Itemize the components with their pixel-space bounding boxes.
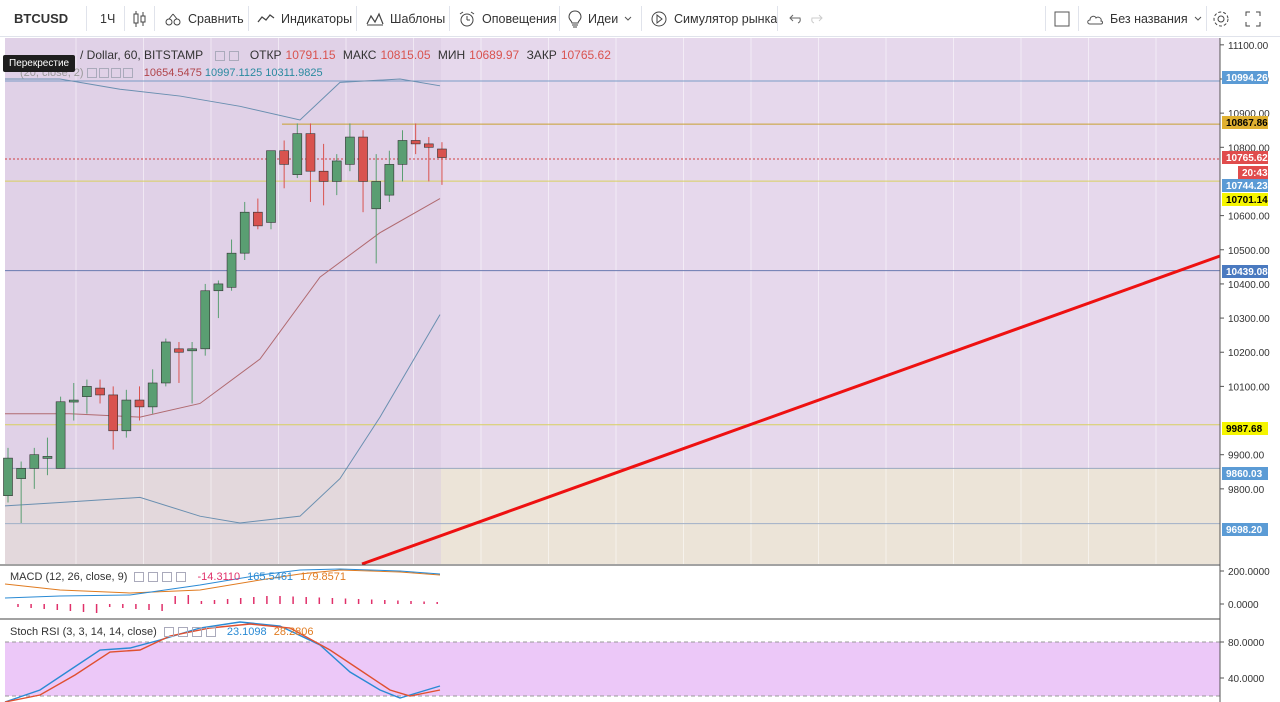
candle-body: [410, 140, 421, 145]
candle-body: [371, 181, 382, 210]
close-icon[interactable]: [205, 627, 216, 638]
plus-icon[interactable]: [110, 68, 121, 79]
candle-body: [253, 211, 263, 227]
candle-body: [279, 150, 289, 165]
price-tag-label: 9860.03: [1226, 469, 1263, 480]
settings-small-icon[interactable]: [148, 572, 159, 583]
main-series-legend: / Dollar, 60, BITSTAMP ОТКР 10791.15 МАКС…: [8, 48, 615, 62]
high-value: 10815.05: [380, 48, 431, 62]
stoch-rsi-band: [5, 642, 1220, 696]
price-tick-label: 10400.00: [1228, 280, 1270, 291]
price-tag-label: 9698.20: [1226, 525, 1263, 536]
chart-canvas[interactable]: 11100.0011000.0010900.0010800.0010600.00…: [0, 0, 1280, 702]
settings-small-icon[interactable]: [98, 68, 109, 79]
price-tick-label: 10200.00: [1228, 348, 1270, 359]
candle-body: [239, 211, 250, 254]
bb-lower: 10311.9825: [265, 67, 323, 79]
macd-name: MACD (12, 26, close, 9): [10, 571, 128, 583]
candle-body: [55, 401, 66, 469]
stoch-rsi-name: Stoch RSI (3, 3, 14, 14, close): [10, 626, 157, 638]
candle-body: [397, 140, 408, 165]
candle-body: [437, 148, 447, 158]
candle-body: [3, 457, 13, 496]
candle-body: [305, 133, 316, 172]
stoch-d-value: 28.2806: [273, 626, 314, 638]
indicator-tick-label: 0.0000: [1228, 600, 1259, 611]
candle-body: [187, 348, 197, 352]
price-tick-label: 10100.00: [1228, 382, 1270, 393]
candle-body: [82, 386, 92, 397]
candle-body: [384, 164, 395, 196]
price-tick-label: 9900.00: [1228, 451, 1265, 462]
candle-body: [95, 387, 105, 396]
candle-body: [226, 252, 237, 288]
price-tick-label: 10300.00: [1228, 314, 1270, 325]
price-tag-label: 20:43: [1242, 168, 1268, 179]
open-label: ОТКР: [249, 48, 282, 62]
price-tag-label: 9987.68: [1226, 424, 1263, 435]
eye-icon[interactable]: [134, 572, 145, 583]
eye-icon[interactable]: [163, 627, 174, 638]
candle-body: [200, 290, 211, 350]
plus-icon[interactable]: [191, 627, 202, 638]
open-value: 10791.15: [285, 48, 336, 62]
stoch-rsi-legend: Stoch RSI (3, 3, 14, 14, close) 23.1098 …: [10, 626, 317, 638]
candle-body: [68, 399, 79, 403]
candle-body: [174, 348, 184, 353]
price-tick-label: 10500.00: [1228, 246, 1270, 257]
plus-icon[interactable]: [162, 572, 173, 583]
candle-body: [331, 160, 342, 182]
price-tag-label: 10765.62: [1226, 153, 1268, 164]
settings-small-icon[interactable]: [228, 50, 239, 61]
candle-body: [358, 136, 368, 182]
settings-small-icon[interactable]: [177, 627, 188, 638]
price-tick-label: 9800.00: [1228, 485, 1265, 496]
high-label: МАКС: [342, 48, 377, 62]
candle-body: [318, 170, 329, 182]
close-icon[interactable]: [176, 572, 187, 583]
candle-body: [134, 399, 145, 408]
price-tick-label: 10600.00: [1228, 212, 1270, 223]
candle-body: [345, 136, 355, 165]
eye-icon[interactable]: [214, 50, 225, 61]
price-tick-label: 11100.00: [1228, 41, 1269, 52]
crosshair-tooltip: Перекрестие: [3, 55, 76, 72]
price-tag-label: 10994.26: [1226, 73, 1268, 84]
candle-body: [121, 399, 132, 432]
close-label: ЗАКР: [526, 48, 557, 62]
stoch-k-value: 23.1098: [226, 626, 267, 638]
macd-legend: MACD (12, 26, close, 9) -14.3110 165.546…: [10, 571, 350, 583]
candle-body: [292, 133, 303, 175]
bb-upper: 10997.1125: [204, 67, 263, 79]
macd-signal-value: 179.8571: [300, 571, 347, 583]
indicator-tick-label: 80.0000: [1228, 638, 1265, 649]
close-icon[interactable]: [122, 68, 133, 79]
candle-body: [108, 394, 118, 432]
indicator-tick-label: 40.0000: [1228, 674, 1265, 685]
selection-highlight: [5, 38, 441, 564]
candle-body: [266, 150, 276, 223]
macd-hist-value: -14.3110: [197, 571, 241, 583]
close-value: 10765.62: [560, 48, 611, 62]
candle-body: [29, 454, 40, 469]
candle-body: [213, 283, 224, 292]
eye-icon[interactable]: [86, 68, 97, 79]
candle-body: [161, 341, 171, 384]
bb-basis: 10654.5475: [143, 67, 202, 79]
low-value: 10689.97: [469, 48, 520, 62]
candle-body: [16, 468, 26, 479]
candle-body: [423, 143, 434, 148]
low-label: МИН: [437, 48, 466, 62]
series-title: / Dollar, 60, BITSTAMP: [80, 48, 204, 62]
candle-body: [147, 382, 158, 408]
price-tag-label: 10867.86: [1226, 118, 1268, 129]
price-tag-label: 10439.08: [1226, 267, 1268, 278]
indicator-tick-label: 200.0000: [1228, 567, 1270, 578]
price-tag-label: 10744.23: [1226, 181, 1268, 192]
price-tag-label: 10701.14: [1226, 195, 1268, 206]
candle-body: [42, 456, 53, 459]
macd-value: 165.5461: [247, 571, 294, 583]
